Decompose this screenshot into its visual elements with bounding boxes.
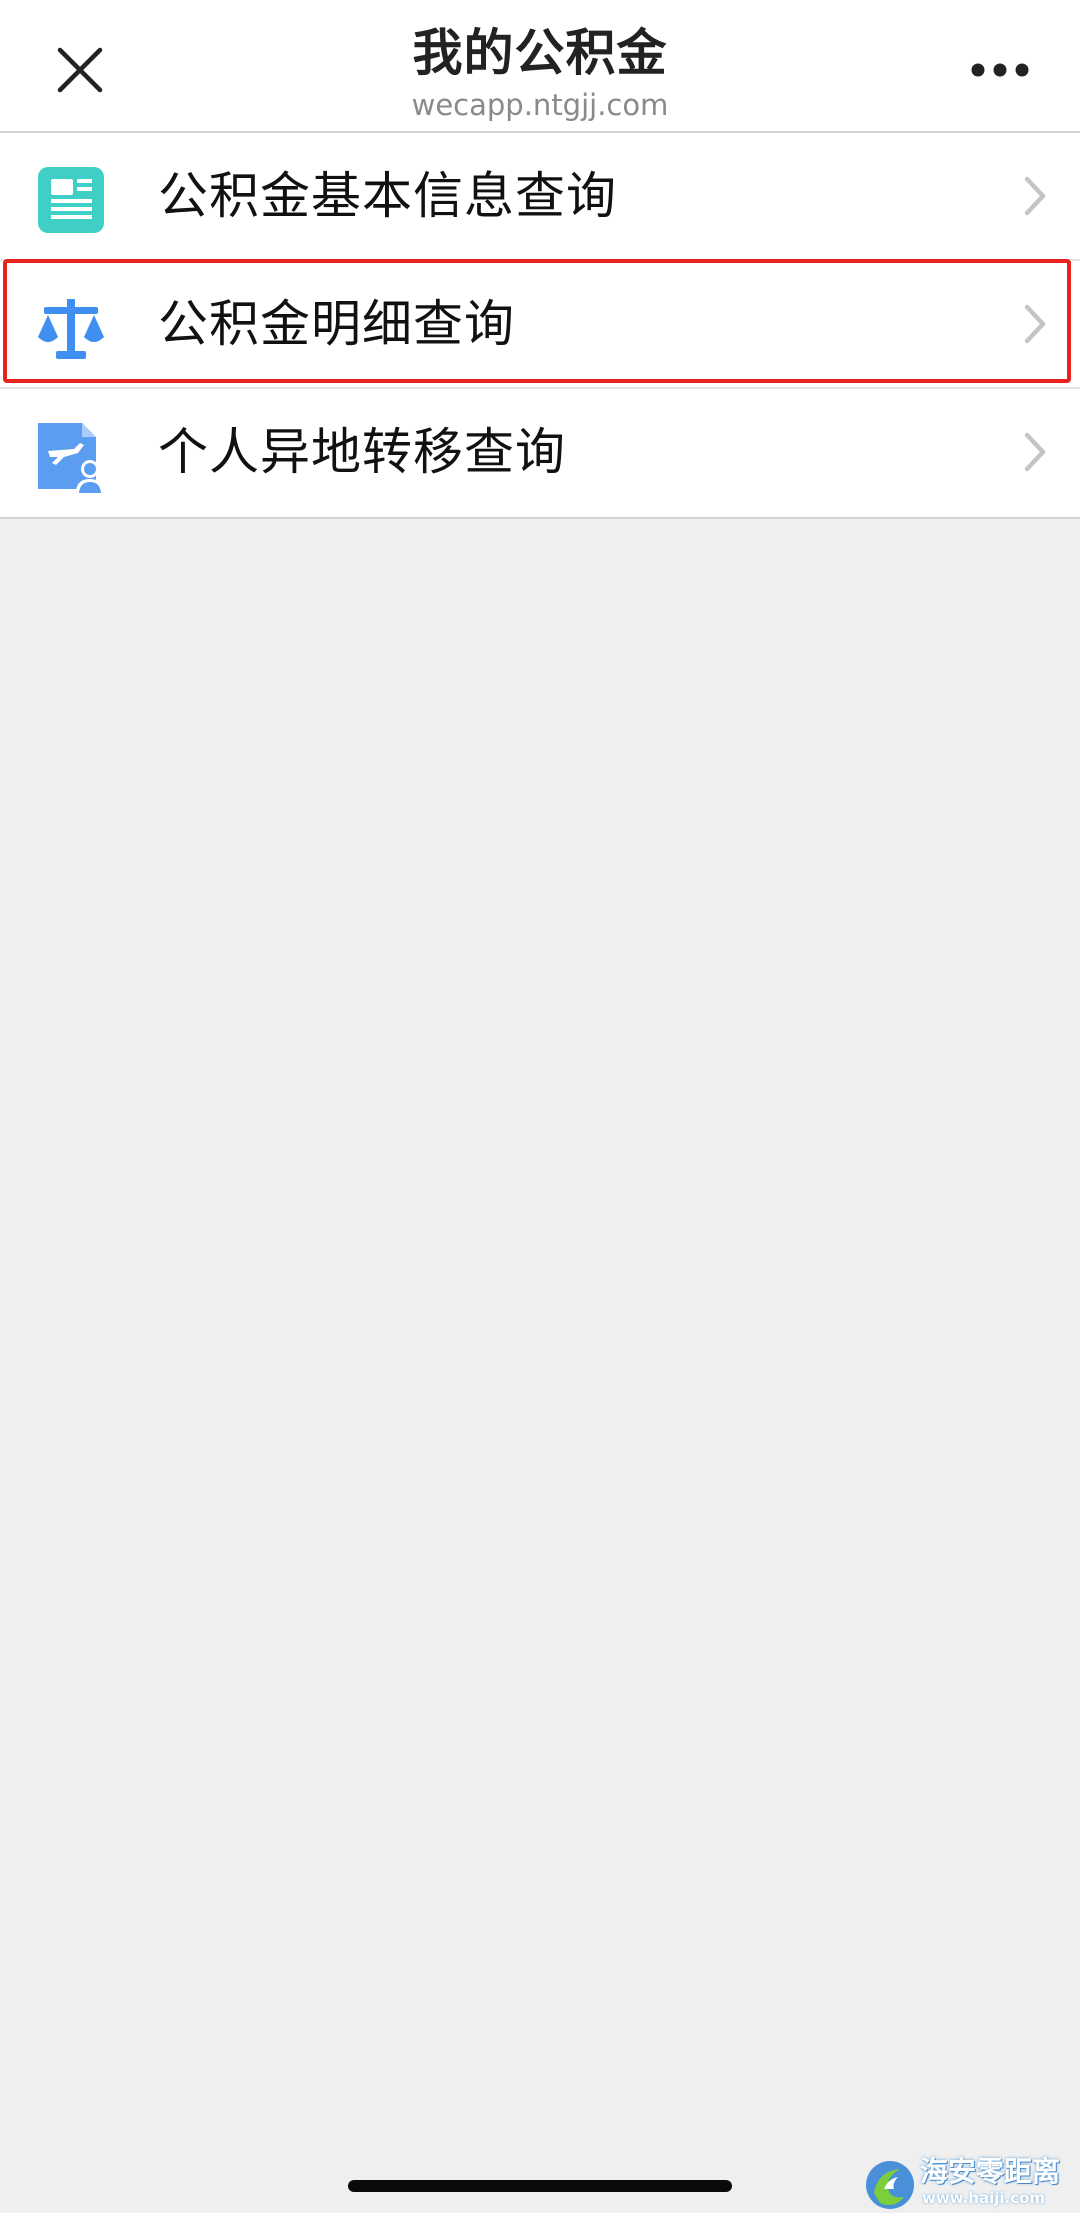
page-domain: wecapp.ntgjj.com <box>411 88 669 122</box>
home-indicator[interactable] <box>348 2180 732 2192</box>
chevron-right-icon <box>1024 432 1046 472</box>
menu-item-detail[interactable]: 公积金明细查询 <box>0 261 1080 389</box>
more-icon <box>971 63 1029 77</box>
watermark: 海安零距离 www.haiji.com <box>864 2155 1074 2213</box>
menu-item-label: 公积金基本信息查询 <box>158 167 617 225</box>
menu-item-label: 个人异地转移查询 <box>158 423 566 481</box>
nav-bar: 我的公积金 wecapp.ntgjj.com <box>0 0 1080 133</box>
menu-list: 公积金基本信息查询 公积金明细查询 个人异地转移查询 <box>0 133 1080 519</box>
document-list-icon <box>38 167 104 233</box>
menu-item-label: 公积金明细查询 <box>158 295 515 353</box>
transfer-person-icon <box>38 423 104 493</box>
chevron-right-icon <box>1024 176 1046 216</box>
menu-item-basic-info[interactable]: 公积金基本信息查询 <box>0 133 1080 261</box>
page-title: 我的公积金 <box>412 24 668 82</box>
watermark-text: 海安零距离 <box>920 2155 1061 2188</box>
chevron-right-icon <box>1024 304 1046 344</box>
watermark-logo-icon <box>866 2161 914 2209</box>
balance-scale-icon <box>38 299 104 359</box>
title-group: 我的公积金 wecapp.ntgjj.com <box>0 18 1080 122</box>
watermark-url: www.haiji.com <box>922 2189 1046 2207</box>
more-button[interactable] <box>960 40 1040 100</box>
menu-item-transfer[interactable]: 个人异地转移查询 <box>0 389 1080 517</box>
